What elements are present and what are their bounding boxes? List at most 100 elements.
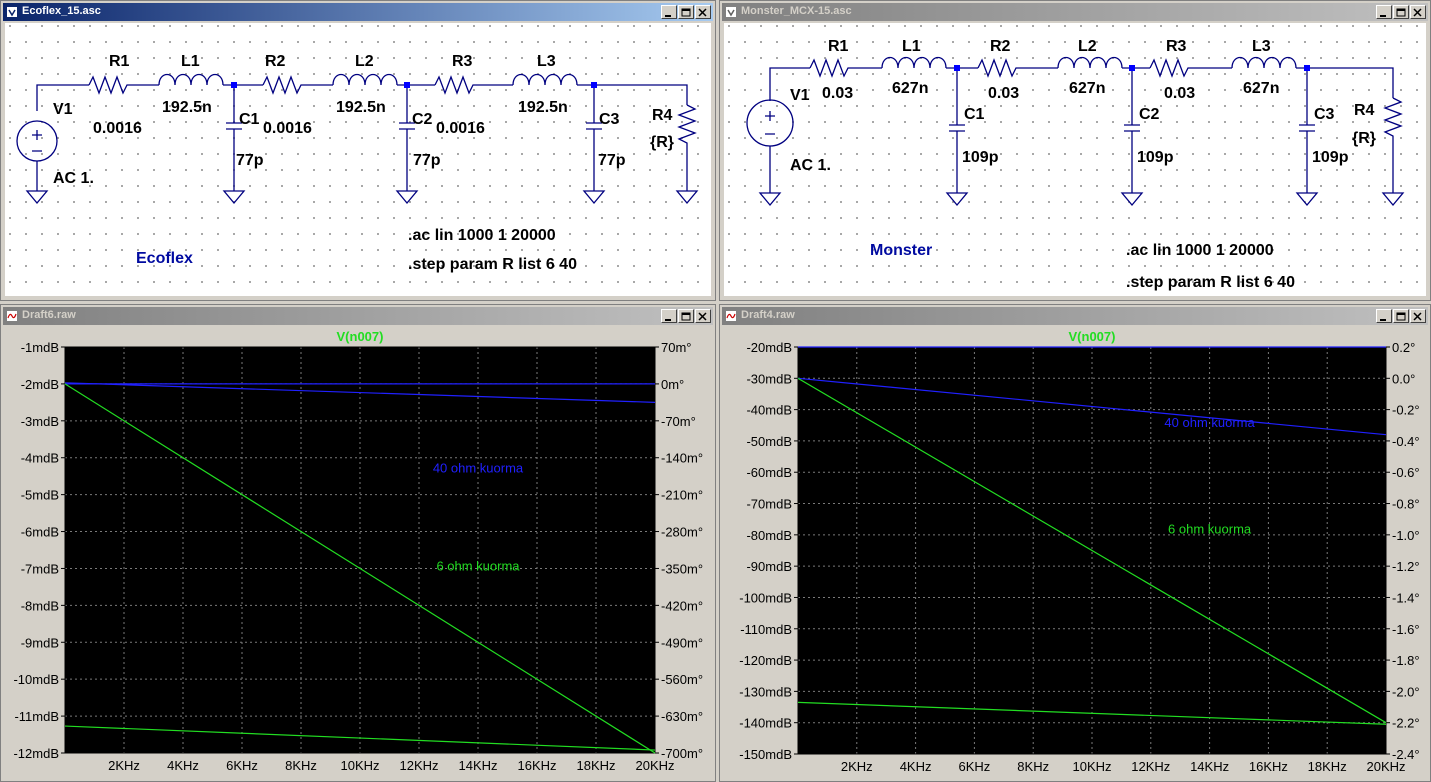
r4-label: R4 — [652, 107, 673, 124]
v1-label: V1 — [790, 87, 810, 104]
close-button[interactable] — [695, 5, 711, 19]
c1-value: 109p — [962, 149, 999, 166]
series-label: 6 ohm kuorma — [436, 558, 520, 573]
minimize-button[interactable] — [1376, 309, 1392, 323]
y2-tick-label: -0.8° — [1392, 497, 1420, 512]
y-tick-label: -120mdB — [739, 653, 792, 668]
waveform-icon — [7, 311, 17, 321]
y2-tick-label: -560m° — [661, 672, 703, 687]
c3-value: 109p — [1312, 149, 1349, 166]
schematic-canvas[interactable]: R1 0.0016 L1 192.5n R2 0.0016 L2 192.5n … — [5, 23, 711, 296]
maximize-button[interactable] — [678, 5, 694, 19]
step-directive: .step param R list 6 40 — [408, 256, 577, 273]
waveform-plot[interactable]: -1mdB -2mdB -3mdB -4mdB -5mdB -6mdB -7mdB -8mdB… — [5, 327, 711, 777]
ac-directive: .ac lin 1000 1 20000 — [1126, 242, 1274, 259]
title-bar[interactable]: Draft6.raw — [3, 307, 713, 325]
y-tick-label: -140mdB — [739, 716, 792, 731]
r3-value: 0.0016 — [436, 120, 485, 137]
x-tick-label: 18KHz — [1308, 759, 1347, 774]
waveform-plot[interactable]: -20mdB -30mdB -40mdB -50mdB -60mdB -70mdB -80m… — [724, 327, 1426, 777]
window-title: Draft4.raw — [741, 309, 795, 321]
l3-label: L3 — [537, 53, 556, 70]
schematic-window-monster[interactable]: Monster_MCX-15.asc R1 0.03 L1 627n R2 0.… — [719, 0, 1431, 301]
close-button[interactable] — [1410, 5, 1426, 19]
title-bar[interactable]: Monster_MCX-15.asc — [722, 3, 1428, 21]
l1-value: 192.5n — [162, 99, 212, 116]
title-bar[interactable]: Draft4.raw — [722, 307, 1428, 325]
y-tick-label: -110mdB — [740, 622, 792, 637]
y2-tick-label: -0.4° — [1392, 434, 1420, 449]
y-tick-label: -40mdB — [746, 403, 792, 418]
y2-tick-label: -0.6° — [1392, 465, 1420, 480]
plot-area[interactable]: -20mdB -30mdB -40mdB -50mdB -60mdB -70mdB -80m… — [724, 327, 1426, 777]
close-button[interactable] — [695, 309, 711, 323]
r2-label: R2 — [990, 38, 1011, 55]
y2-tick-label: -140m° — [661, 451, 703, 466]
y2-tick-label: 0.0° — [1392, 371, 1415, 386]
window-title: Draft6.raw — [22, 309, 76, 321]
x-tick-label: 2KHz — [841, 759, 873, 774]
window-title: Ecoflex_15.asc — [22, 5, 101, 17]
r4-label: R4 — [1354, 102, 1375, 119]
schematic-drawing: R1 0.03 L1 627n R2 0.03 L2 627n R3 0.03 … — [746, 38, 1405, 291]
series-label: 40 ohm kuorma — [433, 460, 524, 475]
circuit-name-label: Ecoflex — [136, 250, 193, 267]
r1-value: 0.0016 — [93, 120, 142, 137]
y-tick-label: -100mdB — [739, 590, 792, 605]
c2-label: C2 — [412, 111, 433, 128]
y-tick-label: -20mdB — [746, 340, 792, 355]
title-bar[interactable]: Ecoflex_15.asc — [3, 3, 713, 21]
l2-label: L2 — [1078, 38, 1097, 55]
y-tick-label: -30mdB — [746, 371, 792, 386]
c1-label: C1 — [964, 106, 985, 123]
c2-label: C2 — [1139, 106, 1160, 123]
x-tick-label: 10KHz — [1072, 759, 1111, 774]
y-tick-label: -6mdB — [21, 525, 59, 540]
junction-node — [404, 82, 410, 88]
junction-node — [591, 82, 597, 88]
y-tick-label: -1mdB — [21, 340, 59, 355]
r3-label: R3 — [452, 53, 473, 70]
maximize-button[interactable] — [1393, 309, 1409, 323]
x-tick-label: 14KHz — [1190, 759, 1229, 774]
c3-value: 77p — [598, 152, 626, 169]
schematic-window-ecoflex[interactable]: Ecoflex_15.asc R1 0.0016 L1 192.5n R2 0.… — [0, 0, 716, 301]
series-label: 40 ohm kuorma — [1164, 415, 1255, 430]
x-tick-label: 8KHz — [1017, 759, 1049, 774]
ltspice-schematic-icon — [726, 7, 736, 17]
l3-label: L3 — [1252, 38, 1271, 55]
x-tick-label: 16KHz — [517, 758, 556, 773]
junction-node — [1304, 65, 1310, 71]
plot-area[interactable]: -1mdB -2mdB -3mdB -4mdB -5mdB -6mdB -7mdB -8mdB… — [5, 327, 711, 777]
minimize-button[interactable] — [661, 309, 677, 323]
close-button[interactable] — [1410, 309, 1426, 323]
minimize-button[interactable] — [661, 5, 677, 19]
maximize-button[interactable] — [1393, 5, 1409, 19]
y2-tick-label: -350m° — [661, 561, 703, 576]
l3-value: 192.5n — [518, 99, 568, 116]
y2-tick-label: -630m° — [661, 709, 703, 724]
x-tick-label: 4KHz — [900, 759, 932, 774]
x-tick-label: 14KHz — [458, 758, 497, 773]
minimize-button[interactable] — [1376, 5, 1392, 19]
l2-value: 192.5n — [336, 99, 386, 116]
schematic-canvas[interactable]: R1 0.03 L1 627n R2 0.03 L2 627n R3 0.03 … — [724, 23, 1426, 296]
y2-tick-label: -1.0° — [1392, 528, 1420, 543]
plot-window-draft4[interactable]: Draft4.raw -20mdB -30mdB -40mdB -50mdB -60md… — [719, 304, 1431, 782]
v1-value: AC 1. — [790, 157, 831, 174]
maximize-button[interactable] — [678, 309, 694, 323]
r3-label: R3 — [1166, 38, 1187, 55]
plot-window-draft6[interactable]: Draft6.raw -1mdB -2mdB -3mdB -4mdB -5mdB -6md… — [0, 304, 716, 782]
y-tick-label: -130mdB — [739, 684, 792, 699]
ac-directive: .ac lin 1000 1 20000 — [408, 227, 556, 244]
y2-tick-label: -1.2° — [1392, 559, 1420, 574]
ltspice-schematic-icon — [7, 7, 17, 17]
junction-node — [954, 65, 960, 71]
c2-value: 77p — [413, 152, 441, 169]
y2-tick-label: -280m° — [661, 525, 703, 540]
y2-tick-label: -1.8° — [1392, 653, 1420, 668]
x-tick-label: 4KHz — [167, 758, 199, 773]
junction-node — [1129, 65, 1135, 71]
c3-label: C3 — [1314, 106, 1335, 123]
l1-label: L1 — [181, 53, 200, 70]
